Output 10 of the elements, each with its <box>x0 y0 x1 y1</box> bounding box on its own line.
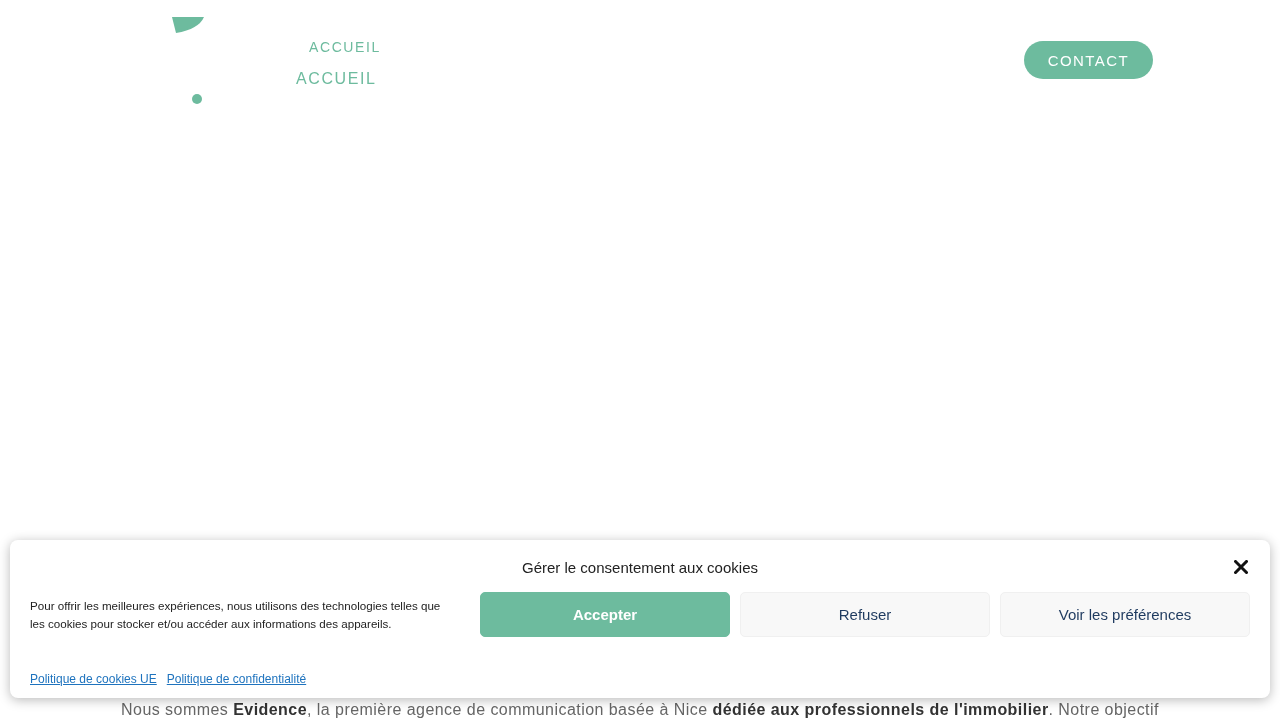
cookie-banner-title: Gérer le consentement aux cookies <box>522 558 758 576</box>
cookie-option-button[interactable]: Refuser <box>740 592 990 637</box>
policy-link[interactable]: Politique de confidentialité <box>166 672 307 686</box>
intro-paragraph: Nous sommes Evidence, la première agence de communication basée à Nice dédiée aux professionnels de l'immobilier. Notre objectif <box>121 700 1159 720</box>
cookie-description: Pour offrir les meilleures expériences, nous utilisons des technologies telles que les cookies pour stocker et/ou accéder aux informations des appareils. <box>30 597 442 632</box>
close-button[interactable] <box>1234 560 1248 574</box>
logo-icon <box>172 17 204 104</box>
policy-link[interactable]: Politique de cookies UE <box>30 672 157 686</box>
close-icon <box>1234 560 1248 574</box>
cookie-option-button[interactable]: Voir les préférences <box>1000 592 1250 637</box>
